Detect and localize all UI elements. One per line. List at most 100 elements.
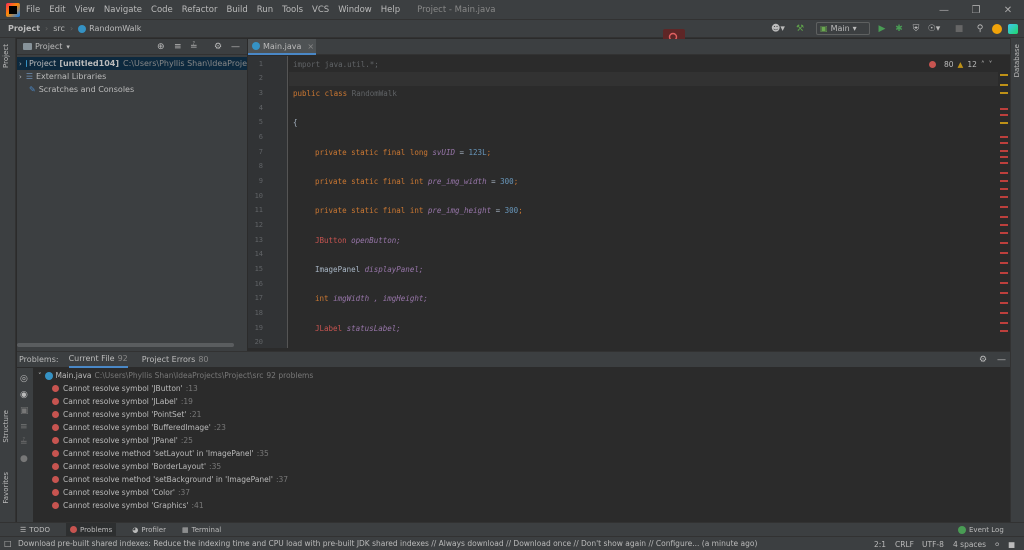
breadcrumb-src[interactable]: src: [53, 24, 65, 33]
chevron-up-icon[interactable]: ˄: [981, 60, 985, 69]
menu-file[interactable]: File: [26, 5, 40, 15]
database-tool-tab[interactable]: Database: [1013, 44, 1021, 77]
error-marker[interactable]: [1000, 142, 1008, 144]
problem-row[interactable]: Cannot resolve symbol 'Color':37: [52, 486, 190, 499]
search-icon[interactable]: ⚲: [974, 22, 986, 36]
menu-edit[interactable]: Edit: [49, 5, 65, 15]
problem-row[interactable]: Cannot resolve method 'setLayout' in 'Im…: [52, 447, 269, 460]
menu-navigate[interactable]: Navigate: [104, 5, 142, 15]
chevron-down-icon[interactable]: ˅: [38, 372, 42, 380]
warning-marker[interactable]: [1000, 84, 1008, 86]
indent-setting[interactable]: 4 spaces: [953, 537, 986, 550]
error-marker[interactable]: [1000, 188, 1008, 190]
build-hammer-icon[interactable]: ⚒: [794, 22, 806, 36]
chevron-down-icon[interactable]: ▾: [66, 43, 70, 51]
caret-position[interactable]: 2:1: [874, 537, 886, 550]
stop-icon[interactable]: ■: [954, 22, 964, 36]
chevron-down-icon[interactable]: ˅: [989, 60, 993, 69]
error-marker[interactable]: [1000, 322, 1008, 324]
error-marker[interactable]: [1000, 206, 1008, 208]
problem-row[interactable]: Cannot resolve method 'setBackground' in…: [52, 473, 288, 486]
error-marker[interactable]: [1000, 242, 1008, 244]
problem-row[interactable]: Cannot resolve symbol 'Graphics':41: [52, 499, 204, 512]
bulb-icon[interactable]: ●: [20, 454, 28, 464]
warning-marker[interactable]: [1000, 74, 1008, 76]
chevron-right-icon[interactable]: ›: [19, 73, 22, 81]
inspection-widget[interactable]: 80 ▲ 12 ˄ ˅: [929, 60, 992, 69]
error-marker[interactable]: [1000, 108, 1008, 110]
update-icon[interactable]: [992, 24, 1002, 34]
expand-all-icon[interactable]: ≡: [174, 42, 182, 52]
coverage-icon[interactable]: ⛨: [910, 22, 922, 36]
favorites-tool-tab[interactable]: Favorites: [2, 472, 10, 504]
expand-all-icon[interactable]: ≡: [20, 422, 28, 432]
profile-icon[interactable]: ☉▾: [926, 22, 942, 36]
warning-marker[interactable]: [1000, 122, 1008, 124]
toolbox-icon[interactable]: [1008, 24, 1018, 34]
error-marker[interactable]: [1000, 272, 1008, 274]
lock-icon[interactable]: ⚪: [994, 537, 1000, 550]
error-marker[interactable]: [1000, 114, 1008, 116]
error-marker[interactable]: [1000, 330, 1008, 332]
problem-row[interactable]: Cannot resolve symbol 'JButton':13: [52, 382, 198, 395]
menu-refactor[interactable]: Refactor: [182, 5, 218, 15]
menu-vcs[interactable]: VCS: [312, 5, 329, 15]
run-icon[interactable]: ▶: [876, 22, 888, 36]
close-icon[interactable]: ✕: [992, 0, 1024, 20]
error-marker[interactable]: [1000, 162, 1008, 164]
error-stripe[interactable]: [998, 56, 1010, 348]
problem-row[interactable]: Cannot resolve symbol 'JLabel':19: [52, 395, 193, 408]
run-configuration-select[interactable]: ▣ Main ▾: [816, 22, 870, 35]
error-marker[interactable]: [1000, 156, 1008, 158]
gear-icon[interactable]: ⚙: [214, 42, 222, 52]
problems-file-row[interactable]: ˅ Main.java C:\Users\Phyllis Shan\IdeaPr…: [38, 369, 313, 382]
menu-build[interactable]: Build: [226, 5, 247, 15]
tab-main-java[interactable]: Main.java ×: [248, 39, 316, 55]
chevron-right-icon[interactable]: ›: [19, 60, 22, 68]
error-marker[interactable]: [1000, 196, 1008, 198]
error-marker[interactable]: [1000, 224, 1008, 226]
tab-project-errors[interactable]: Project Errors 80: [142, 352, 209, 368]
menu-code[interactable]: Code: [151, 5, 173, 15]
debug-icon[interactable]: ✱: [893, 22, 905, 36]
error-marker[interactable]: [1000, 232, 1008, 234]
error-marker[interactable]: [1000, 282, 1008, 284]
tree-item-project[interactable]: › Project [untitled104] C:\Users\Phyllis…: [17, 57, 247, 70]
preview-icon[interactable]: ▣: [20, 406, 29, 416]
error-marker[interactable]: [1000, 180, 1008, 182]
tree-item-scratches[interactable]: ✎ Scratches and Consoles: [17, 83, 134, 96]
tree-item-external-libraries[interactable]: › ☰ External Libraries: [17, 70, 106, 83]
terminal-tool-button[interactable]: ▦ Terminal: [182, 526, 221, 534]
structure-tool-tab[interactable]: Structure: [2, 410, 10, 443]
error-marker[interactable]: [1000, 312, 1008, 314]
tab-current-file[interactable]: Current File 92: [68, 352, 128, 368]
locate-icon[interactable]: ⊕: [157, 42, 165, 52]
close-tab-icon[interactable]: ×: [307, 42, 314, 51]
error-marker[interactable]: [1000, 136, 1008, 138]
problem-row[interactable]: Cannot resolve symbol 'JPanel':25: [52, 434, 193, 447]
line-separator[interactable]: CRLF: [895, 537, 914, 550]
menu-view[interactable]: View: [75, 5, 95, 15]
todo-tool-button[interactable]: ☰ TODO: [20, 526, 50, 534]
collapse-all-icon[interactable]: ≟: [190, 42, 198, 52]
problem-row[interactable]: Cannot resolve symbol 'BorderLayout':35: [52, 460, 221, 473]
menu-run[interactable]: Run: [257, 5, 273, 15]
project-tool-tab[interactable]: Project: [2, 44, 10, 68]
maximize-icon[interactable]: ❐: [960, 0, 992, 20]
project-panel-title[interactable]: Project: [35, 42, 62, 51]
memory-indicator-icon[interactable]: ■: [1008, 537, 1015, 550]
error-marker[interactable]: [1000, 302, 1008, 304]
user-icon[interactable]: ☻▾: [770, 22, 786, 36]
profiler-tool-button[interactable]: ◕ Profiler: [132, 526, 166, 534]
gear-icon[interactable]: ⚙: [979, 355, 987, 365]
problems-tool-button[interactable]: Problems: [65, 522, 117, 537]
error-marker[interactable]: [1000, 252, 1008, 254]
problem-row[interactable]: Cannot resolve symbol 'BufferedImage':23: [52, 421, 226, 434]
error-marker[interactable]: [1000, 262, 1008, 264]
error-marker[interactable]: [1000, 292, 1008, 294]
minimize-icon[interactable]: —: [928, 0, 960, 20]
menu-window[interactable]: Window: [338, 5, 372, 15]
error-marker[interactable]: [1000, 216, 1008, 218]
error-marker[interactable]: [1000, 150, 1008, 152]
code-editor[interactable]: import java.util.*; public class RandomW…: [289, 56, 998, 348]
